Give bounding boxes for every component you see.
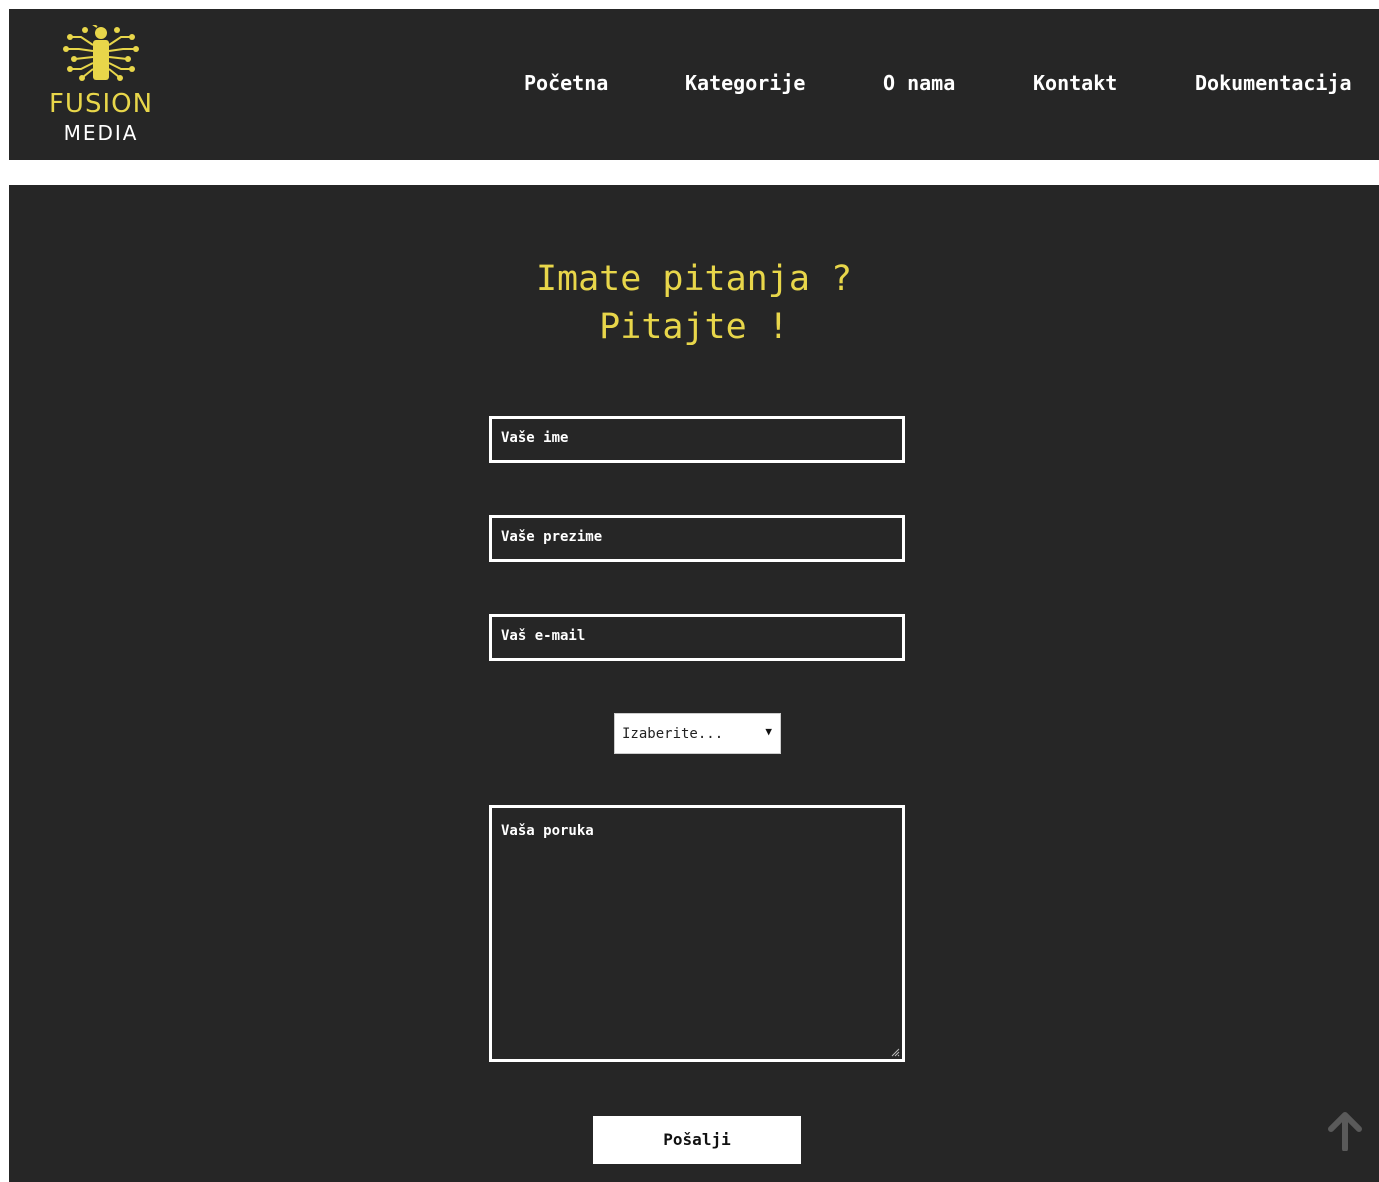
email-input[interactable]: Vaš e-mail bbox=[489, 614, 905, 661]
caret-down-icon: ▼ bbox=[765, 725, 772, 738]
last-name-input[interactable]: Vaše prezime bbox=[489, 515, 905, 562]
nav-item-kontakt[interactable]: Kontakt bbox=[1033, 71, 1117, 101]
category-select-value: Izaberite... bbox=[622, 726, 724, 742]
contact-section: Imate pitanja ? Pitajte ! Vaše ime Vaše … bbox=[9, 185, 1379, 1182]
first-name-input[interactable]: Vaše ime bbox=[489, 416, 905, 463]
nav-item-o-nama[interactable]: O nama bbox=[883, 71, 955, 101]
fusion-media-logo[interactable]: FUSION MEDIA bbox=[45, 25, 157, 149]
submit-button[interactable]: Pošalji bbox=[593, 1116, 801, 1164]
logo-text-media: MEDIA bbox=[63, 121, 139, 145]
contact-heading-line1: Imate pitanja ? bbox=[535, 259, 853, 299]
logo-text-fusion: FUSION bbox=[48, 89, 154, 119]
site-header: FUSION MEDIA Početna Kategorije O nama K… bbox=[9, 9, 1379, 160]
message-textarea[interactable]: Vaša poruka bbox=[489, 805, 905, 1062]
email-placeholder: Vaš e-mail bbox=[501, 628, 586, 644]
first-name-placeholder: Vaše ime bbox=[501, 430, 569, 446]
circuit-person-icon bbox=[63, 25, 139, 81]
contact-heading-line2: Pitajte ! bbox=[599, 307, 789, 347]
nav-item-pocetna[interactable]: Početna bbox=[524, 71, 608, 101]
nav-item-kategorije[interactable]: Kategorije bbox=[685, 71, 805, 101]
arrow-up-icon[interactable] bbox=[1325, 1111, 1365, 1151]
nav-item-dokumentacija[interactable]: Dokumentacija bbox=[1195, 71, 1352, 101]
resize-grip-icon[interactable] bbox=[890, 1047, 900, 1057]
message-placeholder: Vaša poruka bbox=[501, 823, 594, 839]
category-select[interactable]: Izaberite... ▼ bbox=[614, 713, 781, 754]
last-name-placeholder: Vaše prezime bbox=[501, 529, 603, 545]
